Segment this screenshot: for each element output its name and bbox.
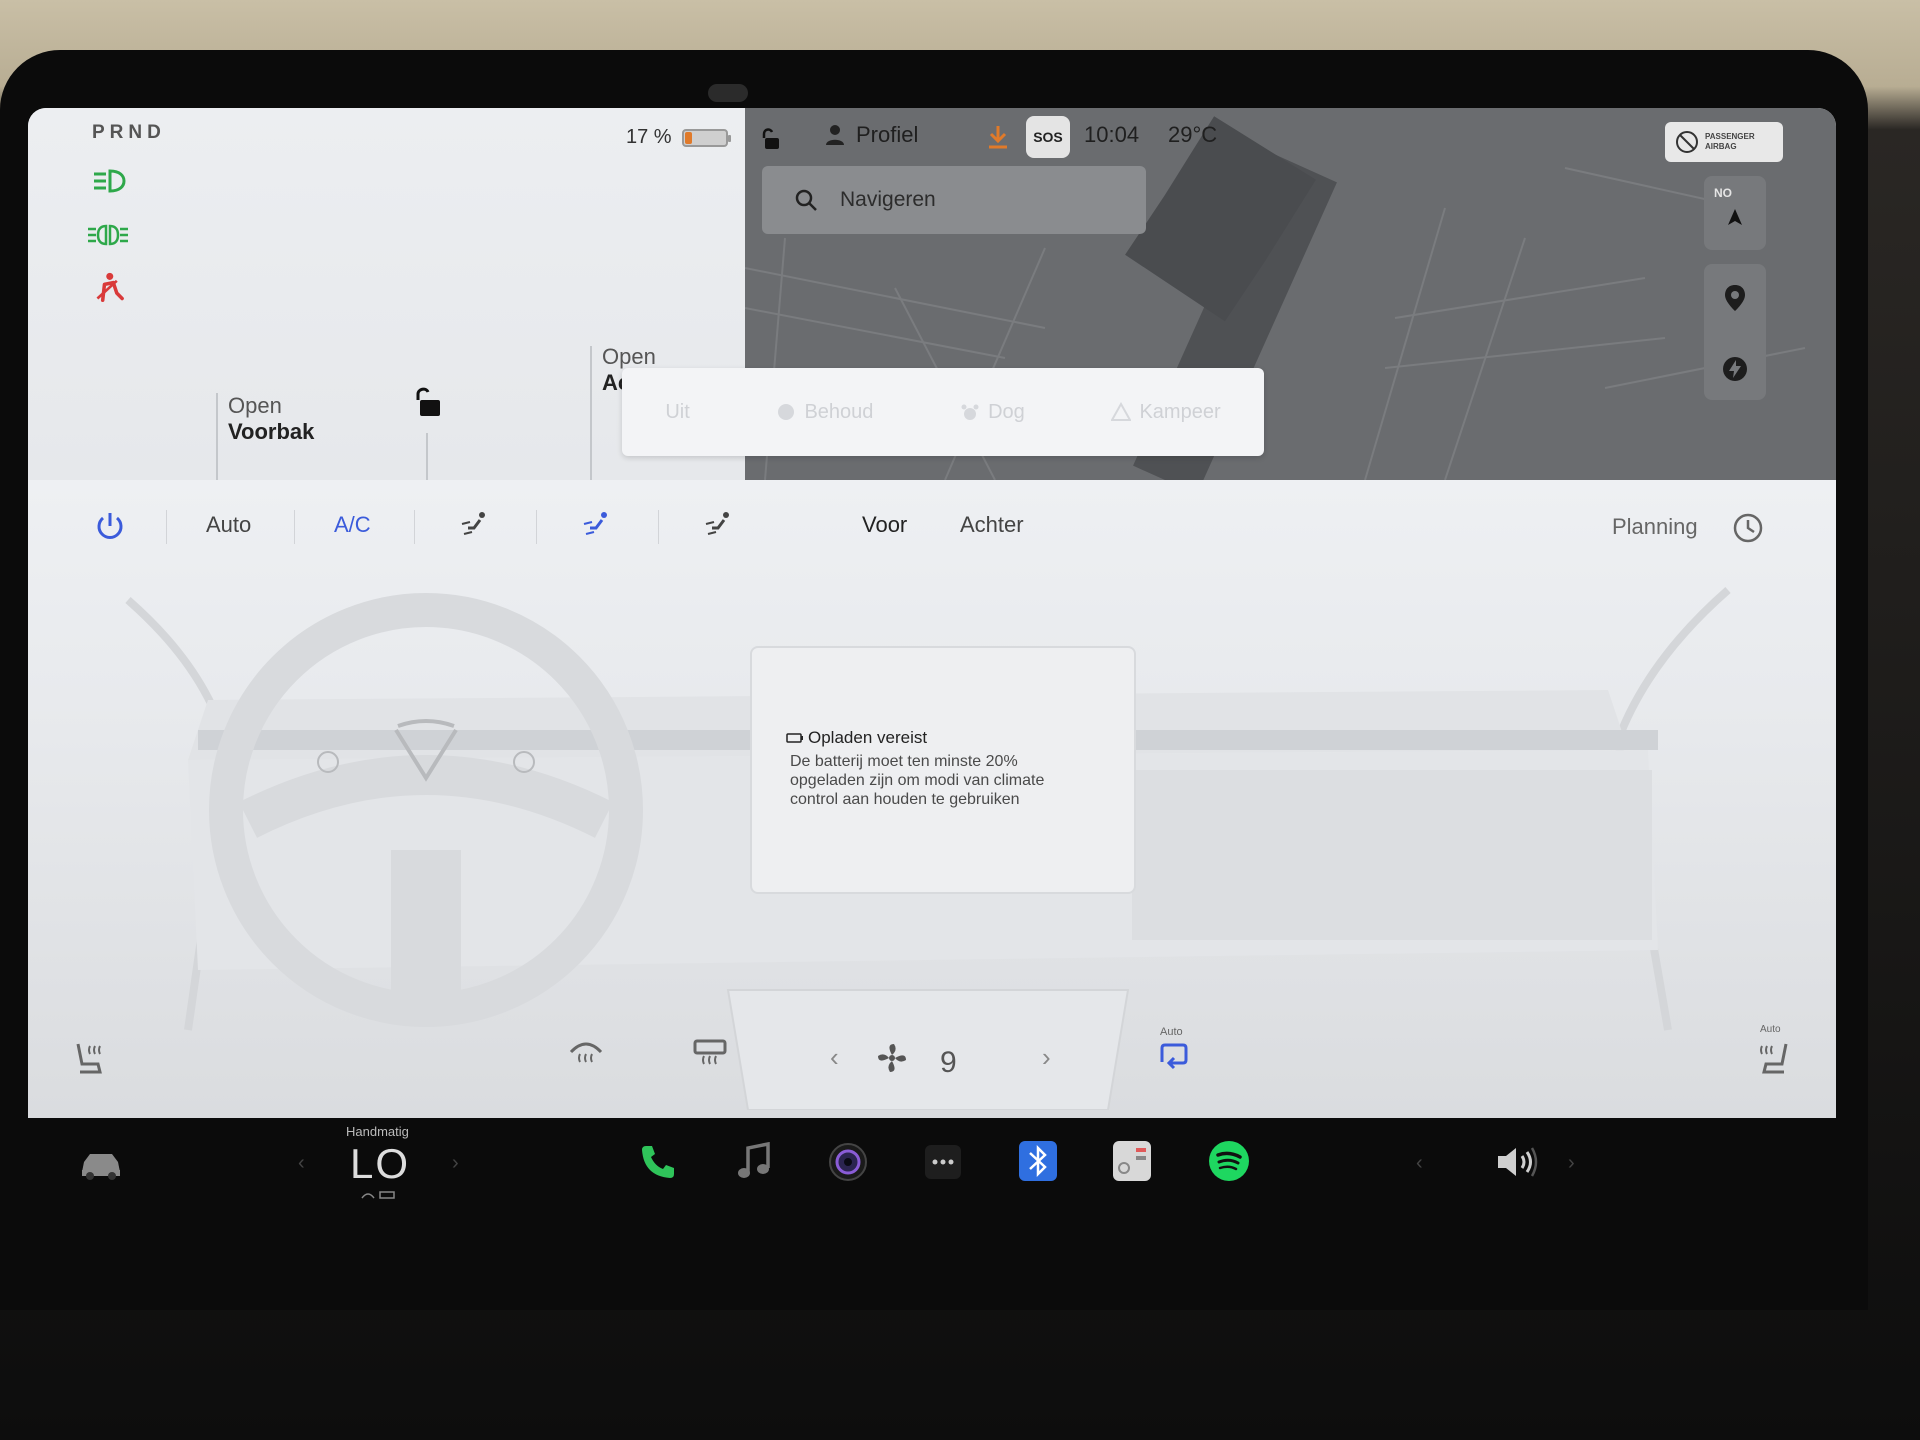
software-update-icon[interactable] xyxy=(986,124,1010,150)
divider xyxy=(414,510,415,544)
map-controls xyxy=(1704,264,1766,400)
car-icon[interactable] xyxy=(78,1148,124,1182)
auto-button[interactable]: Auto xyxy=(206,512,251,538)
frunk-pointer-line xyxy=(216,393,218,483)
mode-camp-label: Kampeer xyxy=(1139,400,1221,423)
recirculation-auto-label: Auto xyxy=(1160,1026,1183,1038)
mode-dog[interactable]: Dog xyxy=(960,401,1025,424)
more-apps-icon[interactable] xyxy=(924,1144,962,1180)
open-frunk-button[interactable]: Open Voorbak xyxy=(228,393,314,445)
schedule-button[interactable]: Planning xyxy=(1612,514,1698,540)
climate-power-icon[interactable] xyxy=(94,510,126,542)
fan-icon xyxy=(878,1044,906,1072)
fan-decrease-button[interactable]: ‹ xyxy=(830,1042,839,1073)
mode-camp[interactable]: Kampeer xyxy=(1111,400,1221,424)
temp-increase-button[interactable]: › xyxy=(452,1152,459,1175)
notice-title: Opladen vereist xyxy=(808,728,928,747)
fan-increase-button[interactable]: › xyxy=(1042,1042,1051,1073)
person-icon xyxy=(826,125,844,145)
sos-label: SOS xyxy=(1033,129,1063,145)
mode-keep[interactable]: Behoud xyxy=(776,401,873,424)
defrost-status-icons xyxy=(361,1191,395,1199)
passenger-airbag-indicator: PASSENGER AIRBAG xyxy=(1665,122,1783,162)
lock-status-icon[interactable] xyxy=(760,128,782,150)
divider xyxy=(294,510,295,544)
temp-decrease-button[interactable]: ‹ xyxy=(298,1152,305,1175)
rear-climate-tab[interactable]: Achter xyxy=(960,512,1024,538)
volume-icon[interactable] xyxy=(1494,1144,1540,1180)
volume-increase-button[interactable]: › xyxy=(1568,1152,1575,1175)
trunk-pointer-line xyxy=(590,346,592,486)
profile-button[interactable]: Profiel xyxy=(824,122,918,148)
phone-icon[interactable] xyxy=(638,1142,678,1182)
airbag-line2: AIRBAG xyxy=(1705,142,1737,151)
airbag-line1: PASSENGER xyxy=(1705,132,1755,141)
climate-control-panel: Auto A/C Voor Achter Planning Opladen ve… xyxy=(28,480,1836,1118)
climate-mode-label: Handmatig xyxy=(346,1124,409,1139)
trunk-label-line1: Open xyxy=(602,344,656,369)
passenger-seat-heater-icon[interactable] xyxy=(1756,1040,1792,1076)
search-icon xyxy=(795,189,817,211)
outside-temperature: 29°C xyxy=(1168,122,1218,147)
airflow-face-icon[interactable] xyxy=(460,510,488,540)
navigation-search[interactable]: Navigeren xyxy=(762,166,1146,234)
fan-icon xyxy=(778,404,795,420)
charging-station-icon[interactable] xyxy=(1722,356,1748,382)
front-climate-tab[interactable]: Voor xyxy=(862,512,907,538)
bluetooth-icon[interactable] xyxy=(1018,1140,1058,1182)
unlock-icon[interactable] xyxy=(412,386,442,420)
parking-lights-icon xyxy=(88,224,128,246)
spotify-icon[interactable] xyxy=(1208,1140,1250,1182)
sos-button[interactable]: SOS xyxy=(1026,116,1070,158)
notice-body: De batterij moet ten minste 20% opgelade… xyxy=(790,753,1045,808)
touchscreen: PRND 17 % Open Voorbak Open Ac Profiel S… xyxy=(28,108,1836,1118)
profile-label: Profiel xyxy=(856,122,919,147)
seatbelt-warning-icon xyxy=(96,272,124,302)
search-placeholder: Navigeren xyxy=(840,188,936,211)
headlight-icon xyxy=(94,169,126,193)
bottom-dock: ‹ Handmatig LO › ‹ › xyxy=(28,1118,1836,1228)
recirculation-icon[interactable] xyxy=(1158,1042,1190,1070)
tent-icon xyxy=(1111,402,1132,421)
rear-defrost-icon[interactable] xyxy=(692,1038,728,1068)
clock-icon[interactable] xyxy=(1732,512,1764,544)
frunk-label-line2: Voorbak xyxy=(228,419,315,444)
charging-required-notice: Opladen vereist De batterij moet ten min… xyxy=(750,646,1136,894)
navigation-arrow-icon xyxy=(1728,209,1742,225)
divider xyxy=(166,510,167,544)
music-icon[interactable] xyxy=(734,1142,772,1182)
airflow-feet-icon[interactable] xyxy=(582,510,610,540)
lock-pointer-line xyxy=(426,433,428,483)
top-status-bar: Profiel SOS 10:04 29°C xyxy=(28,108,1836,166)
mode-keep-label: Behoud xyxy=(804,400,874,423)
volume-decrease-button[interactable]: ‹ xyxy=(1416,1152,1423,1175)
fan-speed-value: 9 xyxy=(940,1046,957,1079)
ac-button[interactable]: A/C xyxy=(334,512,371,538)
camera xyxy=(708,84,748,102)
divider xyxy=(658,510,659,544)
frunk-label-line1: Open xyxy=(228,393,282,418)
mode-off[interactable]: Uit xyxy=(665,401,689,424)
mode-off-label: Uit xyxy=(665,400,690,423)
divider xyxy=(536,510,537,544)
paw-icon xyxy=(961,404,979,420)
passenger-seat-auto-label: Auto xyxy=(1760,1024,1781,1035)
cabin-temperature-value[interactable]: LO xyxy=(350,1140,410,1188)
compass-button[interactable]: NO xyxy=(1704,176,1766,250)
mode-dog-label: Dog xyxy=(988,400,1025,423)
airbag-off-icon xyxy=(1676,131,1698,153)
clock: 10:04 xyxy=(1084,122,1140,147)
front-defrost-icon[interactable] xyxy=(568,1038,604,1068)
airflow-windshield-icon[interactable] xyxy=(704,510,732,540)
camera-app-icon[interactable] xyxy=(828,1142,868,1182)
map-pin-icon[interactable] xyxy=(1724,284,1746,312)
climate-keep-modes-popup: Uit Behoud Dog Kampeer xyxy=(622,368,1264,456)
toybox-app-icon[interactable] xyxy=(1112,1140,1152,1182)
compass-heading: NO xyxy=(1714,186,1732,200)
low-battery-icon xyxy=(786,733,803,743)
driver-seat-heater-icon[interactable] xyxy=(72,1040,108,1076)
